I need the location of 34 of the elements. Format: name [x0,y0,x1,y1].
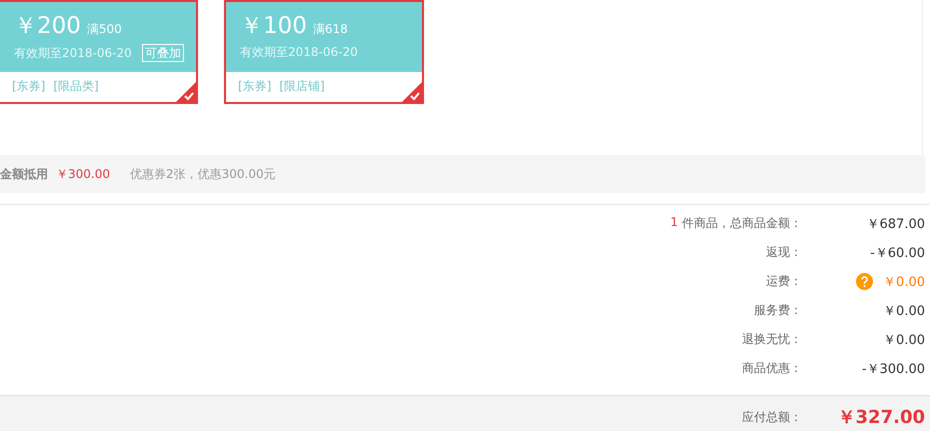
coupon-threshold: 满500 [86,21,122,38]
coupon-scope: [东券] [238,78,272,95]
coupon-card[interactable]: ￥200 满500 有效期至2018-06-20 可叠加 [东券] [限品类] [0,0,198,104]
coupon-validity: 有效期至2018-06-20 [14,44,132,62]
stackable-tag: 可叠加 [142,44,184,62]
selected-check-icon [402,82,422,102]
total-amount: ￥327.00 [836,406,926,429]
summary-label: 运费： [766,273,802,290]
summary-label: 退换无忧： [742,331,802,348]
summary-value: ￥0.00 [883,302,925,320]
summary-label: 服务费： [754,302,802,319]
coupon-scope: [限品类] [53,78,99,95]
help-icon[interactable] [856,273,874,290]
summary-value: ￥0.00 [883,332,925,348]
coupon-amount: ￥200 [14,12,81,41]
discount-amount: ￥300.00 [56,166,110,182]
discount-note: 优惠券2张，优惠300.00元 [130,166,276,182]
summary-label: 商品优惠： [742,360,802,377]
summary-value: ￥0.00 [883,274,925,290]
item-count: 1 [670,215,678,231]
summary-label: 返现： [766,244,802,261]
coupon-scope: [限店铺] [279,78,325,95]
summary-label: 件商品，总商品金额： [682,215,802,232]
discount-label: 金额抵用 [0,166,48,182]
coupon-card[interactable]: ￥100 满618 有效期至2018-06-20 [东券] [限店铺] [224,0,424,104]
selected-check-icon [176,82,196,102]
coupon-amount: ￥100 [240,12,307,41]
coupon-scope: [东券] [12,78,46,95]
summary-value: -￥300.00 [862,360,925,378]
coupon-validity: 有效期至2018-06-20 [240,44,358,61]
coupon-threshold: 满618 [312,21,348,38]
summary-value: ￥687.00 [866,216,925,232]
summary-value: -￥60.00 [870,244,925,262]
total-label: 应付总额： [742,408,802,426]
